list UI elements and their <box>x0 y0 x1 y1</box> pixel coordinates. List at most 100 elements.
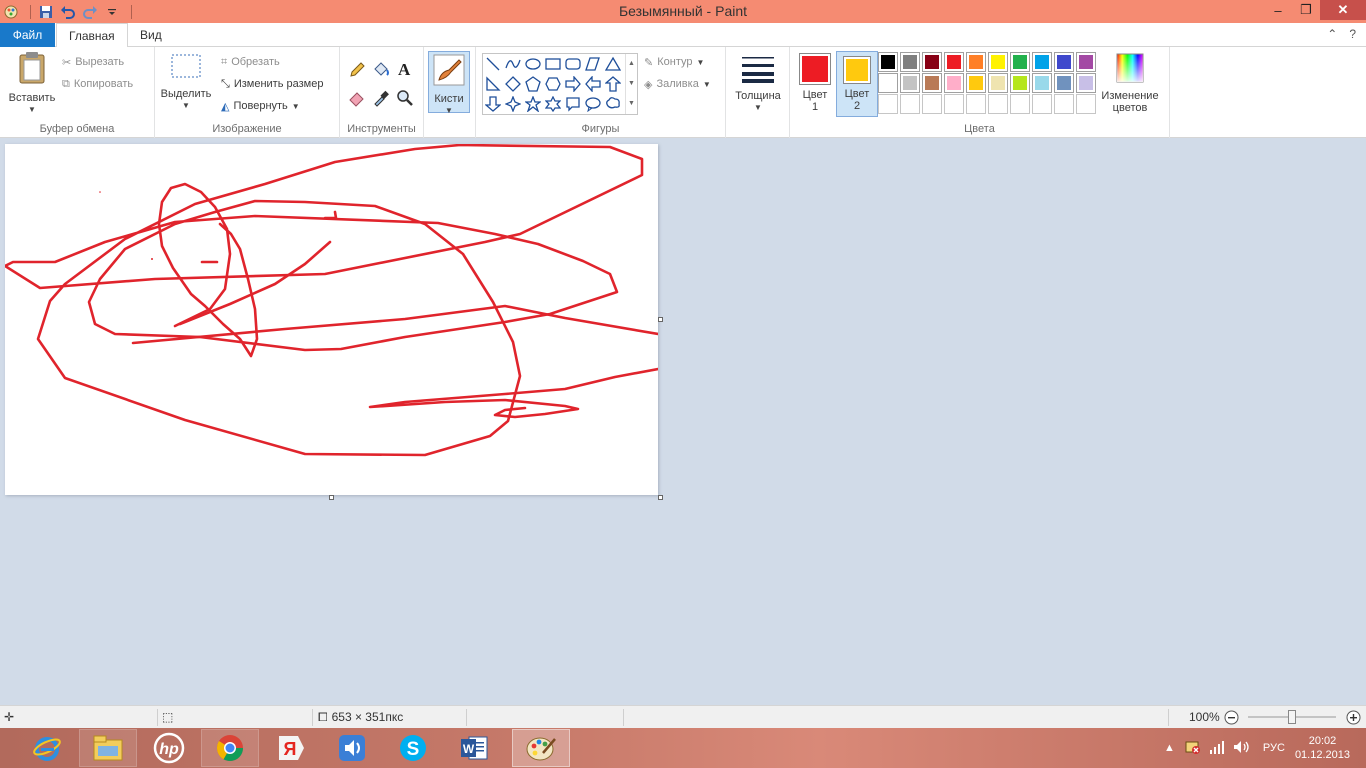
outline-button[interactable]: ✎ Контур ▼ <box>644 53 704 71</box>
resize-handle-corner[interactable] <box>658 495 663 500</box>
palette-swatch-empty[interactable] <box>988 94 1008 114</box>
line-shape-icon[interactable] <box>483 54 503 74</box>
right-triangle-shape-icon[interactable] <box>483 74 503 94</box>
oval-callout-shape-icon[interactable] <box>583 94 603 114</box>
palette-swatch[interactable] <box>966 73 986 93</box>
oval-shape-icon[interactable] <box>523 54 543 74</box>
minimize-ribbon-icon[interactable]: ⌃ <box>1327 27 1337 41</box>
yandex-icon[interactable]: Я <box>262 729 320 767</box>
palette-swatch[interactable] <box>1054 52 1074 72</box>
up-arrow-shape-icon[interactable] <box>603 74 623 94</box>
file-explorer-icon[interactable] <box>79 729 137 767</box>
palette-swatch[interactable] <box>944 73 964 93</box>
tab-home[interactable]: Главная <box>56 23 128 48</box>
palette-swatch-empty[interactable] <box>966 94 986 114</box>
zoom-in-button[interactable] <box>1346 706 1361 728</box>
zoom-slider-thumb[interactable] <box>1288 710 1296 724</box>
text-tool[interactable]: A <box>398 60 410 79</box>
color1-button[interactable]: Цвет 1 <box>794 51 836 117</box>
resize-button[interactable]: ⤡ Изменить размер <box>221 75 323 93</box>
rotate-button[interactable]: ◭ Повернуть ▼ <box>221 97 300 115</box>
curve-shape-icon[interactable] <box>503 54 523 74</box>
select-button[interactable]: Выделить ▼ <box>159 51 213 112</box>
palette-swatch-empty[interactable] <box>900 94 920 114</box>
palette-swatch[interactable] <box>1010 52 1030 72</box>
palette-swatch[interactable] <box>1032 52 1052 72</box>
word-icon[interactable]: W <box>445 729 503 767</box>
color2-button[interactable]: Цвет 2 <box>836 51 878 117</box>
network-signal-icon[interactable] <box>1209 740 1225 757</box>
scroll-up-icon[interactable]: ▲ <box>626 54 637 74</box>
show-hidden-icons[interactable]: ▲ <box>1164 742 1175 754</box>
resize-handle-right[interactable] <box>658 317 663 322</box>
palette-swatch[interactable] <box>922 73 942 93</box>
palette-swatch[interactable] <box>900 52 920 72</box>
skype-icon[interactable]: S <box>384 729 442 767</box>
palette-swatch[interactable] <box>900 73 920 93</box>
four-point-star-shape-icon[interactable] <box>503 94 523 114</box>
palette-swatch[interactable] <box>988 73 1008 93</box>
palette-swatch[interactable] <box>1076 73 1096 93</box>
crop-button[interactable]: ⌗ Обрезать <box>221 53 280 71</box>
brushes-button[interactable]: Кисти ▼ <box>428 51 470 115</box>
volume-icon[interactable] <box>1233 740 1251 757</box>
pencil-tool[interactable] <box>348 61 366 79</box>
resize-handle-bottom[interactable] <box>329 495 334 500</box>
zoom-slider[interactable] <box>1248 706 1336 728</box>
pentagon-shape-icon[interactable] <box>523 74 543 94</box>
copy-button[interactable]: ⧉ Копировать <box>62 75 133 93</box>
palette-swatch-empty[interactable] <box>1010 94 1030 114</box>
minimize-button[interactable]: – <box>1264 0 1292 20</box>
palette-swatch[interactable] <box>1010 73 1030 93</box>
hexagon-shape-icon[interactable] <box>543 74 563 94</box>
fill-tool[interactable] <box>372 61 390 79</box>
rounded-callout-shape-icon[interactable] <box>563 94 583 114</box>
internet-explorer-icon[interactable] <box>18 729 76 767</box>
palette-swatch-empty[interactable] <box>1076 94 1096 114</box>
rectangle-shape-icon[interactable] <box>543 54 563 74</box>
palette-swatch[interactable] <box>922 52 942 72</box>
eraser-tool[interactable] <box>348 89 366 107</box>
action-center-icon[interactable] <box>1185 739 1201 758</box>
cut-button[interactable]: ✂ Вырезать <box>62 53 124 71</box>
palette-swatch[interactable] <box>1032 73 1052 93</box>
palette-swatch-empty[interactable] <box>1032 94 1052 114</box>
magnifier-tool[interactable] <box>396 89 414 107</box>
cloud-callout-shape-icon[interactable] <box>603 94 623 114</box>
palette-swatch-empty[interactable] <box>922 94 942 114</box>
palette-swatch[interactable] <box>1054 73 1074 93</box>
triangle-shape-icon[interactable] <box>603 54 623 74</box>
input-language[interactable]: РУС <box>1263 742 1285 754</box>
close-button[interactable]: ✕ <box>1320 0 1366 20</box>
six-point-star-shape-icon[interactable] <box>543 94 563 114</box>
help-icon[interactable]: ? <box>1349 27 1356 41</box>
expand-gallery-icon[interactable]: ▼ <box>626 94 637 114</box>
color-picker-tool[interactable] <box>372 89 390 107</box>
palette-swatch-empty[interactable] <box>1054 94 1074 114</box>
hp-icon[interactable]: hp <box>140 729 198 767</box>
left-arrow-shape-icon[interactable] <box>583 74 603 94</box>
palette-swatch[interactable] <box>966 52 986 72</box>
diamond-shape-icon[interactable] <box>503 74 523 94</box>
five-point-star-shape-icon[interactable] <box>523 94 543 114</box>
rounded-rectangle-shape-icon[interactable] <box>563 54 583 74</box>
volume-app-icon[interactable] <box>323 729 381 767</box>
palette-swatch-empty[interactable] <box>944 94 964 114</box>
palette-swatch[interactable] <box>878 52 898 72</box>
right-arrow-shape-icon[interactable] <box>563 74 583 94</box>
scroll-down-icon[interactable]: ▼ <box>626 74 637 94</box>
polygon-shape-icon[interactable] <box>583 54 603 74</box>
palette-swatch[interactable] <box>878 73 898 93</box>
down-arrow-shape-icon[interactable] <box>483 94 503 114</box>
maximize-button[interactable]: ❐ <box>1292 0 1320 20</box>
shapes-scrollbar[interactable]: ▲ ▼ ▼ <box>625 54 637 114</box>
paint-icon[interactable] <box>512 729 570 767</box>
palette-swatch[interactable] <box>1076 52 1096 72</box>
palette-swatch-empty[interactable] <box>878 94 898 114</box>
chrome-icon[interactable] <box>201 729 259 767</box>
paste-button[interactable]: Вставить ▼ <box>6 51 58 116</box>
palette-swatch[interactable] <box>944 52 964 72</box>
drawing-canvas[interactable] <box>5 144 663 500</box>
edit-colors-button[interactable]: Изменение цветов <box>1098 51 1162 114</box>
zoom-out-button[interactable] <box>1224 706 1239 728</box>
